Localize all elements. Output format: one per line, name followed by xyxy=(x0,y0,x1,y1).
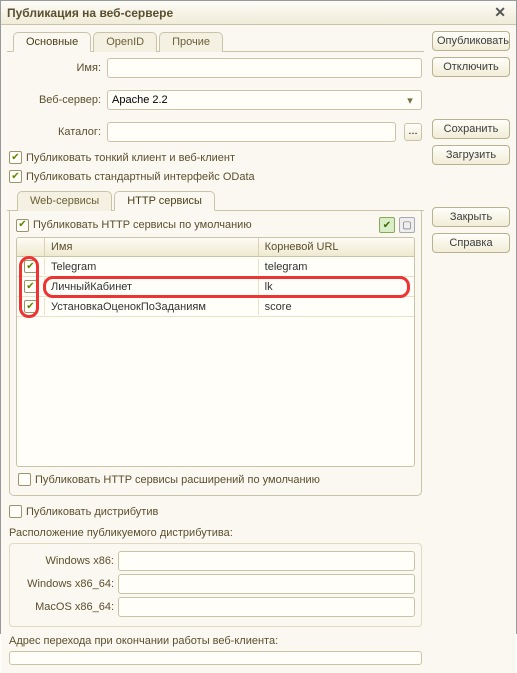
table-row[interactable]: ЛичныйКабинет lk xyxy=(17,277,414,297)
tab-web-services[interactable]: Web-сервисы xyxy=(17,191,112,211)
row-root: telegram xyxy=(259,259,414,275)
close-button[interactable]: Закрыть xyxy=(432,207,510,227)
win-x86-input[interactable] xyxy=(118,551,415,571)
dialog-window: Публикация на веб-сервере ✕ Основные Ope… xyxy=(0,0,517,634)
chevron-down-icon[interactable]: ▾ xyxy=(403,94,417,107)
win-x86-64-label: Windows x86_64: xyxy=(16,578,114,590)
http-ext-default-label: Публиковать HTTP сервисы расширений по у… xyxy=(35,474,320,486)
publish-dist-checkbox[interactable] xyxy=(9,505,22,518)
redirect-label: Адрес перехода при окончании работы веб-… xyxy=(9,635,422,647)
mac-x86-64-input[interactable] xyxy=(118,597,415,617)
webserver-label: Веб-сервер: xyxy=(9,94,101,106)
http-services-table: Имя Корневой URL Telegram telegram Личны… xyxy=(16,237,415,467)
odata-checkbox[interactable] xyxy=(9,170,22,183)
publish-dist-label: Публиковать дистрибутив xyxy=(26,506,158,518)
mac-x86-64-label: MacOS x86_64: xyxy=(16,601,114,613)
sub-tabs: Web-сервисы HTTP сервисы xyxy=(7,190,424,211)
win-x86-64-input[interactable] xyxy=(118,574,415,594)
row-name: УстановкаОценокПоЗаданиям xyxy=(45,299,259,315)
table-row[interactable]: УстановкаОценокПоЗаданиям score xyxy=(17,297,414,317)
top-tabs: Основные OpenID Прочие xyxy=(7,31,424,52)
http-ext-default-checkbox[interactable] xyxy=(18,473,31,486)
catalog-browse-button[interactable]: ... xyxy=(404,123,422,141)
catalog-label: Каталог: xyxy=(9,126,101,138)
tab-openid[interactable]: OpenID xyxy=(93,32,157,52)
row-checkbox[interactable] xyxy=(24,300,37,313)
thin-client-label: Публиковать тонкий клиент и веб-клиент xyxy=(26,152,235,164)
save-button[interactable]: Сохранить xyxy=(432,119,510,139)
http-services-panel: Публиковать HTTP сервисы по умолчанию ✔ … xyxy=(9,211,422,496)
odata-label: Публиковать стандартный интерфейс OData xyxy=(26,171,255,183)
close-icon[interactable]: ✕ xyxy=(490,4,510,21)
name-input[interactable] xyxy=(107,58,422,78)
row-name: ЛичныйКабинет xyxy=(45,279,259,295)
row-checkbox[interactable] xyxy=(24,260,37,273)
win-x86-label: Windows x86: xyxy=(16,555,114,567)
load-button[interactable]: Загрузить xyxy=(432,145,510,165)
distribution-group: Windows x86: Windows x86_64: MacOS x86_6… xyxy=(9,543,422,627)
window-title: Публикация на веб-сервере xyxy=(7,6,173,20)
help-button[interactable]: Справка xyxy=(432,233,510,253)
tab-main[interactable]: Основные xyxy=(13,32,91,52)
name-label: Имя: xyxy=(9,62,101,74)
tab-other[interactable]: Прочие xyxy=(159,32,223,52)
uncheck-all-icon[interactable]: ▢ xyxy=(399,217,415,233)
check-all-icon[interactable]: ✔ xyxy=(379,217,395,233)
http-default-label: Публиковать HTTP сервисы по умолчанию xyxy=(33,219,252,231)
publish-button[interactable]: Опубликовать xyxy=(432,31,510,51)
table-body: Telegram telegram ЛичныйКабинет lk Устан… xyxy=(17,257,414,466)
redirect-input[interactable] xyxy=(9,651,422,665)
dist-location-label: Расположение публикуемого дистрибутива: xyxy=(9,527,422,539)
row-name: Telegram xyxy=(45,259,259,275)
titlebar: Публикация на веб-сервере ✕ xyxy=(1,1,516,25)
table-row[interactable]: Telegram telegram xyxy=(17,257,414,277)
webserver-value: Apache 2.2 xyxy=(112,94,168,106)
catalog-input[interactable] xyxy=(107,122,396,142)
thin-client-checkbox[interactable] xyxy=(9,151,22,164)
tab-http-services[interactable]: HTTP сервисы xyxy=(114,191,215,211)
sidebar-buttons: Опубликовать Отключить Сохранить Загрузи… xyxy=(432,31,510,667)
row-root: lk xyxy=(259,279,414,295)
http-default-checkbox[interactable] xyxy=(16,219,29,232)
disconnect-button[interactable]: Отключить xyxy=(432,57,510,77)
col-root: Корневой URL xyxy=(259,238,414,256)
row-checkbox[interactable] xyxy=(24,280,37,293)
col-check xyxy=(17,238,45,256)
col-name: Имя xyxy=(45,238,259,256)
webserver-select[interactable]: Apache 2.2 ▾ xyxy=(107,90,422,110)
row-root: score xyxy=(259,299,414,315)
